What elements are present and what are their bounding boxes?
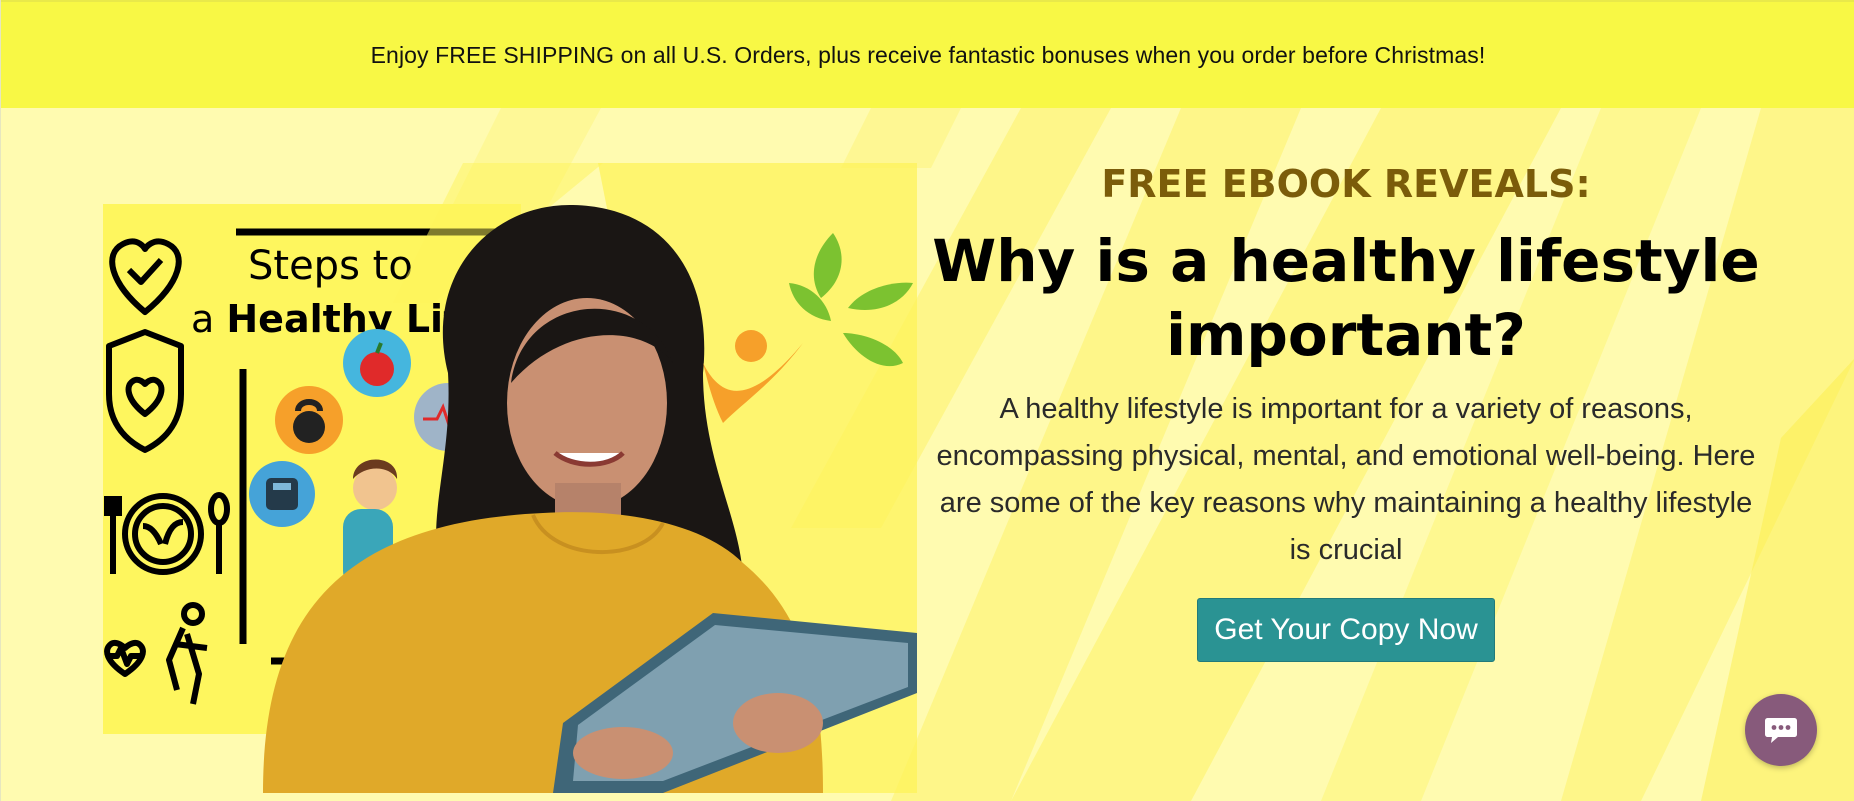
apple-icon xyxy=(343,329,411,397)
eyebrow-heading: FREE EBOOK REVEALS: xyxy=(1101,162,1591,206)
main-headline: Why is a healthy lifestyle important? xyxy=(932,227,1760,369)
hero-description: A healthy lifestyle is important for a v… xyxy=(936,393,1756,566)
hero-photo xyxy=(249,163,917,793)
kettlebell-icon xyxy=(275,386,343,454)
hero-content: FREE EBOOK REVEALS: Why is a healthy lif… xyxy=(931,158,1761,662)
hero-section: Steps to a Healthy Life FREE EBOOK REVEA… xyxy=(1,108,1854,801)
page: Enjoy FREE SHIPPING on all U.S. Orders, … xyxy=(0,0,1854,801)
announcement-text: Enjoy FREE SHIPPING on all U.S. Orders, … xyxy=(370,41,1486,68)
chat-button[interactable] xyxy=(1745,694,1817,766)
scale-icon xyxy=(249,461,315,527)
chat-bubble-icon xyxy=(1765,718,1797,743)
announcement-bar: Enjoy FREE SHIPPING on all U.S. Orders, … xyxy=(1,0,1854,108)
get-copy-button[interactable]: Get Your Copy Now xyxy=(1197,598,1495,662)
